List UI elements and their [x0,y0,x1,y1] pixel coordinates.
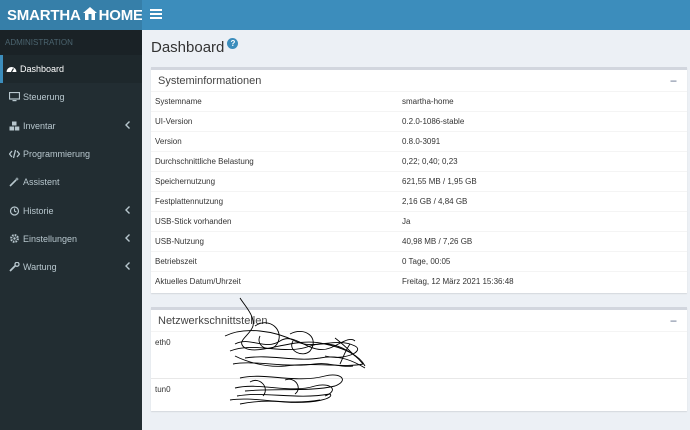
info-value: Ja [402,210,687,232]
brand-left: SMARTHA [7,6,81,24]
sidebar-item-label: Einstellungen [23,233,78,244]
info-value: 0 Tage, 00:05 [402,250,687,272]
chevron-left-icon [125,233,130,244]
system-info-title: Systeminformationen [158,74,262,87]
info-value: Freitag, 12 März 2021 15:36:48 [402,270,687,291]
info-label: USB-Stick vorhanden [151,210,402,232]
sidebar-item-steuerung[interactable]: Steuerung [0,83,142,111]
help-icon[interactable]: ? [227,38,239,49]
table-row: eth0 [151,332,687,378]
sidebar-item-dashboard[interactable]: Dashboard [0,55,142,84]
chevron-left-icon [125,262,130,272]
sidebar-item-label: Wartung [23,262,57,273]
info-label: Version [151,131,402,152]
wrench-icon [9,262,20,273]
info-value: 0.8.0-3091 [402,131,687,152]
chevron-left-icon [125,205,130,216]
collapse-icon[interactable]: − [670,74,677,88]
info-label: USB-Nutzung [151,230,402,252]
network-box: Netzwerkschnittstellen − eth0 tun0 [151,307,687,411]
info-value: smartha-home [402,97,454,107]
info-label: Festplattennutzung [151,190,402,212]
history-icon [9,205,20,216]
sidebar-item-einstellungen[interactable]: Einstellungen [0,225,142,253]
info-label: Betriebszeit [151,250,402,272]
table-row: Betriebszeit 0 Tage, 00:05 [151,250,687,272]
interface-name: tun0 [151,377,687,409]
sidebar-item-label: Programmierung [23,149,91,160]
chevron-left-icon [125,120,130,131]
magic-wand-icon [9,177,20,188]
brand-right: HOME [98,6,143,24]
network-table: eth0 tun0 [151,332,687,409]
brand-logo[interactable]: SMARTHA HOME [0,0,143,30]
dashboard-icon [6,64,17,75]
table-row: Systemname smartha-home [151,92,687,112]
info-label: Aktuelles Datum/Uhrzeit [151,270,402,291]
info-value: 0.2.0-1086-stable [402,111,687,132]
system-info-header: Systeminformationen − [151,70,687,92]
main-content: Dashboard ? Systeminformationen − System… [142,30,690,430]
table-row: Version 0.8.0-3091 [151,131,687,152]
info-label: Systemname [155,97,202,107]
sidebar-item-assistent[interactable]: Assistent [0,168,142,196]
system-info-table: Systemname smartha-home UI-Version 0.2.0-10… [151,92,687,291]
sidebar-item-label: Historie [23,205,54,216]
info-label: Durchschnittliche Belastung [151,151,402,172]
house-logo-icon [82,6,97,24]
table-row: UI-Version 0.2.0-1086-stable [151,111,687,132]
sidebar-item-wartung[interactable]: Wartung [0,253,142,281]
gear-icon [9,233,20,244]
network-title: Netzwerkschnittstellen [158,314,268,327]
sidebar-item-historie[interactable]: Historie [0,196,142,224]
sidebar-section-header: ADMINISTRATION [0,30,142,55]
table-row: USB-Nutzung 40,98 MB / 7,26 GB [151,230,687,252]
sidebar-toggle-icon[interactable] [150,9,162,20]
table-row: Speichernutzung 621,55 MB / 1,95 GB [151,171,687,192]
page-title: Dashboard ? [151,38,239,56]
sidebar-item-label: Steuerung [23,92,65,103]
sidebar-item-programmierung[interactable]: Programmierung [0,140,142,168]
info-value: 0,22; 0,40; 0,23 [402,151,687,172]
info-label: UI-Version [151,111,402,132]
sidebar-item-label: Dashboard [20,64,65,75]
sidebar-item-inventar[interactable]: Inventar [0,112,142,140]
info-value: 621,55 MB / 1,95 GB [402,171,687,192]
sidebar-item-label: Assistent [23,177,60,188]
table-row: Aktuelles Datum/Uhrzeit Freitag, 12 März … [151,270,687,291]
system-info-box: Systeminformationen − Systemname smartha-… [151,67,687,293]
info-label: Speichernutzung [151,171,402,192]
sidebar-item-label: Inventar [23,120,56,131]
sidebar: SMARTHA HOME ADMINISTRATION Dashboard St… [0,0,143,430]
top-navbar [142,0,690,30]
network-header: Netzwerkschnittstellen − [151,310,687,332]
info-value: 2,16 GB / 4,84 GB [402,190,687,212]
page-title-text: Dashboard [151,39,225,56]
cubes-icon [9,120,20,131]
table-row: Festplattennutzung 2,16 GB / 4,84 GB [151,190,687,212]
table-row: tun0 [151,377,687,409]
monitor-icon [9,92,20,103]
interface-name: eth0 [155,338,171,347]
table-row: USB-Stick vorhanden Ja [151,210,687,232]
info-value: 40,98 MB / 7,26 GB [402,230,687,252]
collapse-icon[interactable]: − [670,314,677,328]
code-icon [9,149,20,160]
table-row: Durchschnittliche Belastung 0,22; 0,40; 0… [151,151,687,172]
